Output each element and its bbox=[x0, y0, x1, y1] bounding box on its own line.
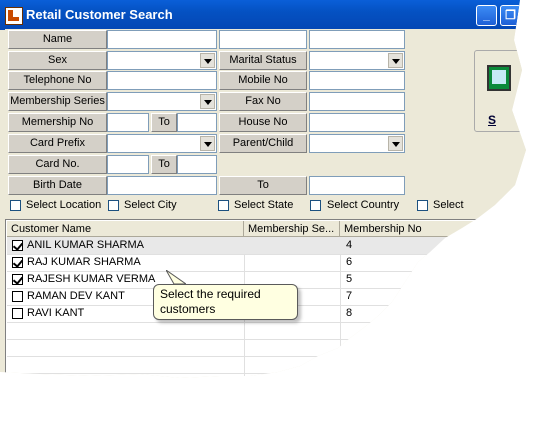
table-row bbox=[7, 322, 526, 340]
customer-name-cell: RAJESH KUMAR VERMA bbox=[27, 273, 156, 285]
sex-select[interactable] bbox=[107, 51, 217, 70]
retail-customer-search-window: Retail Customer Search _ ❐ Name Sex Mari… bbox=[0, 0, 526, 378]
column-header-membership-series[interactable]: Membership Se... bbox=[244, 221, 340, 237]
card-no-from-input[interactable] bbox=[107, 155, 149, 174]
mobile-input[interactable] bbox=[309, 71, 405, 90]
row-checkbox[interactable] bbox=[12, 308, 23, 319]
search-button-label: S bbox=[488, 113, 497, 127]
restore-button[interactable]: ❐ bbox=[500, 5, 521, 26]
select-location-checkbox[interactable] bbox=[10, 200, 21, 211]
app-icon bbox=[5, 7, 23, 25]
card-no-to-label: To bbox=[151, 155, 177, 174]
membership-no-to-label: To bbox=[151, 113, 177, 132]
select-country-label[interactable]: Select Country bbox=[327, 199, 399, 211]
telephone-label: Telephone No bbox=[8, 71, 107, 90]
row-checkbox[interactable] bbox=[12, 274, 23, 285]
membership-series-select[interactable] bbox=[107, 92, 217, 111]
customer-name-cell: ANIL KUMAR SHARMA bbox=[27, 239, 144, 251]
mobile-label: Mobile No bbox=[219, 71, 307, 90]
house-no-input[interactable] bbox=[309, 113, 405, 132]
membership-no-label: Memership No bbox=[8, 113, 107, 132]
select-location-label[interactable]: Select Location bbox=[26, 199, 101, 211]
chevron-down-icon[interactable] bbox=[200, 94, 215, 109]
chevron-down-icon[interactable] bbox=[200, 136, 215, 151]
membership-no-cell: 7 bbox=[346, 290, 353, 302]
parent-child-label: Parent/Child bbox=[219, 134, 307, 153]
minimize-button[interactable]: _ bbox=[476, 5, 497, 26]
membership-no-cell: 8 bbox=[346, 307, 353, 319]
card-no-label: Card No. bbox=[8, 155, 107, 174]
select-state-checkbox[interactable] bbox=[218, 200, 229, 211]
row-checkbox[interactable] bbox=[12, 291, 23, 302]
customer-name-cell: RAVI KANT bbox=[27, 307, 85, 319]
select-city-label[interactable]: Select City bbox=[124, 199, 177, 211]
select-state-label[interactable]: Select State bbox=[234, 199, 293, 211]
membership-series-label: Membership Series bbox=[8, 92, 107, 111]
callout-tooltip: Select the required customers bbox=[153, 284, 298, 320]
search-icon bbox=[487, 65, 511, 91]
house-no-label: House No bbox=[219, 113, 307, 132]
membership-no-cell: 5 bbox=[346, 273, 353, 285]
birth-date-to-label: To bbox=[219, 176, 307, 195]
card-prefix-label: Card Prefix bbox=[8, 134, 107, 153]
birth-date-to-input[interactable] bbox=[309, 176, 405, 195]
window-title: Retail Customer Search bbox=[26, 7, 173, 22]
filter-checkboxes: Select Location Select City Select State… bbox=[5, 197, 526, 217]
membership-no-cell: 6 bbox=[346, 256, 353, 268]
row-checkbox[interactable] bbox=[12, 257, 23, 268]
parent-child-select[interactable] bbox=[309, 134, 405, 153]
fax-input[interactable] bbox=[309, 92, 405, 111]
middle-name-input[interactable] bbox=[219, 30, 307, 49]
membership-no-to-input[interactable] bbox=[177, 113, 217, 132]
customer-name-cell: RAMAN DEV KANT bbox=[27, 290, 125, 302]
name-label: Name bbox=[8, 30, 107, 49]
membership-no-cell: 4 bbox=[346, 239, 353, 251]
select-city-checkbox[interactable] bbox=[108, 200, 119, 211]
customer-name-cell: RAJ KUMAR SHARMA bbox=[27, 256, 141, 268]
birth-date-from-input[interactable] bbox=[107, 176, 217, 195]
table-row bbox=[7, 356, 526, 374]
marital-status-label: Marital Status bbox=[219, 51, 307, 70]
marital-status-select[interactable] bbox=[309, 51, 405, 70]
table-row[interactable]: ANIL KUMAR SHARMA 4 bbox=[7, 237, 526, 255]
card-no-to-input[interactable] bbox=[177, 155, 217, 174]
last-name-input[interactable] bbox=[309, 30, 405, 49]
card-prefix-select[interactable] bbox=[107, 134, 217, 153]
table-row bbox=[7, 339, 526, 357]
first-name-input[interactable] bbox=[107, 30, 217, 49]
table-row[interactable]: RAJ KUMAR SHARMA 6 bbox=[7, 254, 526, 272]
select-extra-label[interactable]: Select bbox=[433, 199, 464, 211]
search-button[interactable]: S bbox=[474, 50, 524, 132]
column-header-customer-name[interactable]: Customer Name bbox=[7, 221, 244, 237]
chevron-down-icon[interactable] bbox=[200, 53, 215, 68]
row-checkbox[interactable] bbox=[12, 240, 23, 251]
search-form: Name Sex Marital Status Telephone No Mob… bbox=[5, 29, 407, 199]
select-country-checkbox[interactable] bbox=[310, 200, 321, 211]
birth-date-label: Birth Date bbox=[8, 176, 107, 195]
title-bar: Retail Customer Search _ ❐ bbox=[0, 0, 526, 30]
select-extra-checkbox[interactable] bbox=[417, 200, 428, 211]
membership-no-from-input[interactable] bbox=[107, 113, 149, 132]
callout-pointer bbox=[166, 270, 186, 284]
telephone-input[interactable] bbox=[107, 71, 217, 90]
column-header-membership-no[interactable]: Membership No bbox=[340, 221, 526, 237]
sex-label: Sex bbox=[8, 51, 107, 70]
chevron-down-icon[interactable] bbox=[388, 53, 403, 68]
fax-label: Fax No bbox=[219, 92, 307, 111]
chevron-down-icon[interactable] bbox=[388, 136, 403, 151]
